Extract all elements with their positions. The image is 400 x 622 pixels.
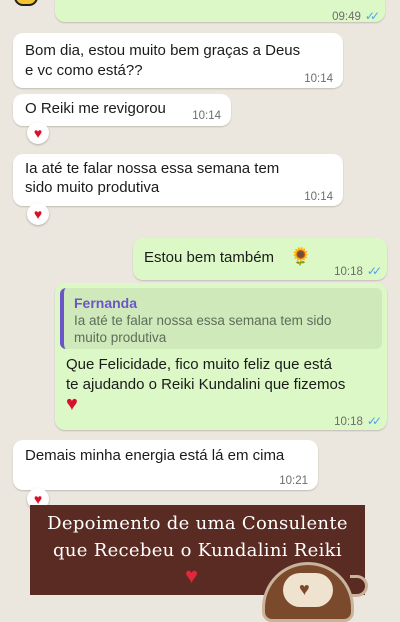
message-bubble-outgoing-reply[interactable]: Fernanda Ia até te falar nossa essa sema… xyxy=(55,283,387,430)
read-ticks-icon: ✓✓ xyxy=(364,9,380,23)
read-ticks-icon: ✓✓ xyxy=(366,414,382,428)
quoted-author: Fernanda xyxy=(74,295,138,311)
banner-title-line1: Depoimento de uma Consulente xyxy=(47,513,348,534)
message-text: O Reiki me revigorou xyxy=(25,100,166,117)
emoji-avatar-partial xyxy=(14,0,38,6)
message-time: 10:14 xyxy=(304,73,333,85)
message-bubble-incoming[interactable]: Demais minha energia está lá em cima 10:… xyxy=(13,440,318,490)
red-heart-emoji-icon: ♥ xyxy=(66,393,78,415)
message-text: te ajudando o Reiki Kundalini que fizemo… xyxy=(66,376,346,393)
heart-reaction-icon[interactable]: ♥ xyxy=(27,122,49,144)
message-time: 10:14 xyxy=(192,110,221,122)
sunflower-emoji-icon: 🌻 xyxy=(290,247,312,266)
message-text: Bom dia, estou muito bem graças a Deus xyxy=(25,42,301,59)
message-time: 10:18 ✓✓ xyxy=(334,264,382,278)
banner-title-line2: que Recebeu o Kundalini Reiki xyxy=(53,540,342,561)
heart-reaction-icon[interactable]: ♥ xyxy=(27,203,49,225)
message-time: 10:14 xyxy=(304,191,333,203)
message-time: 10:18 ✓✓ xyxy=(334,414,382,428)
quoted-text: Ia até te falar nossa essa semana tem si… xyxy=(74,313,332,328)
message-bubble-outgoing[interactable]: 09:49 ✓✓ xyxy=(55,0,385,23)
message-text: Demais minha energia está lá em cima xyxy=(25,447,285,464)
quoted-text: muito produtiva xyxy=(74,330,167,345)
message-bubble-outgoing[interactable]: Estou bem também 🌻 10:18 ✓✓ xyxy=(133,238,387,280)
read-ticks-icon: ✓✓ xyxy=(366,264,382,278)
message-text: Estou bem também xyxy=(144,249,275,266)
quoted-message[interactable]: Fernanda Ia até te falar nossa essa sema… xyxy=(60,288,382,349)
message-bubble-incoming[interactable]: Bom dia, estou muito bem graças a Deus e… xyxy=(13,33,343,88)
message-time: 10:21 xyxy=(279,475,308,487)
cup-handle xyxy=(350,575,368,597)
message-text: sido muito produtiva xyxy=(25,179,160,196)
message-text: e vc como está?? xyxy=(25,62,143,79)
message-text: Que Felicidade, fico muito feliz que est… xyxy=(66,356,332,373)
banner-heart-icon: ♥ xyxy=(185,563,199,588)
message-text: Ia até te falar nossa essa semana tem xyxy=(25,160,280,177)
message-time: 09:49 ✓✓ xyxy=(332,9,380,23)
message-bubble-incoming[interactable]: O Reiki me revigorou 10:14 xyxy=(13,94,231,126)
message-bubble-incoming[interactable]: Ia até te falar nossa essa semana tem si… xyxy=(13,154,343,206)
